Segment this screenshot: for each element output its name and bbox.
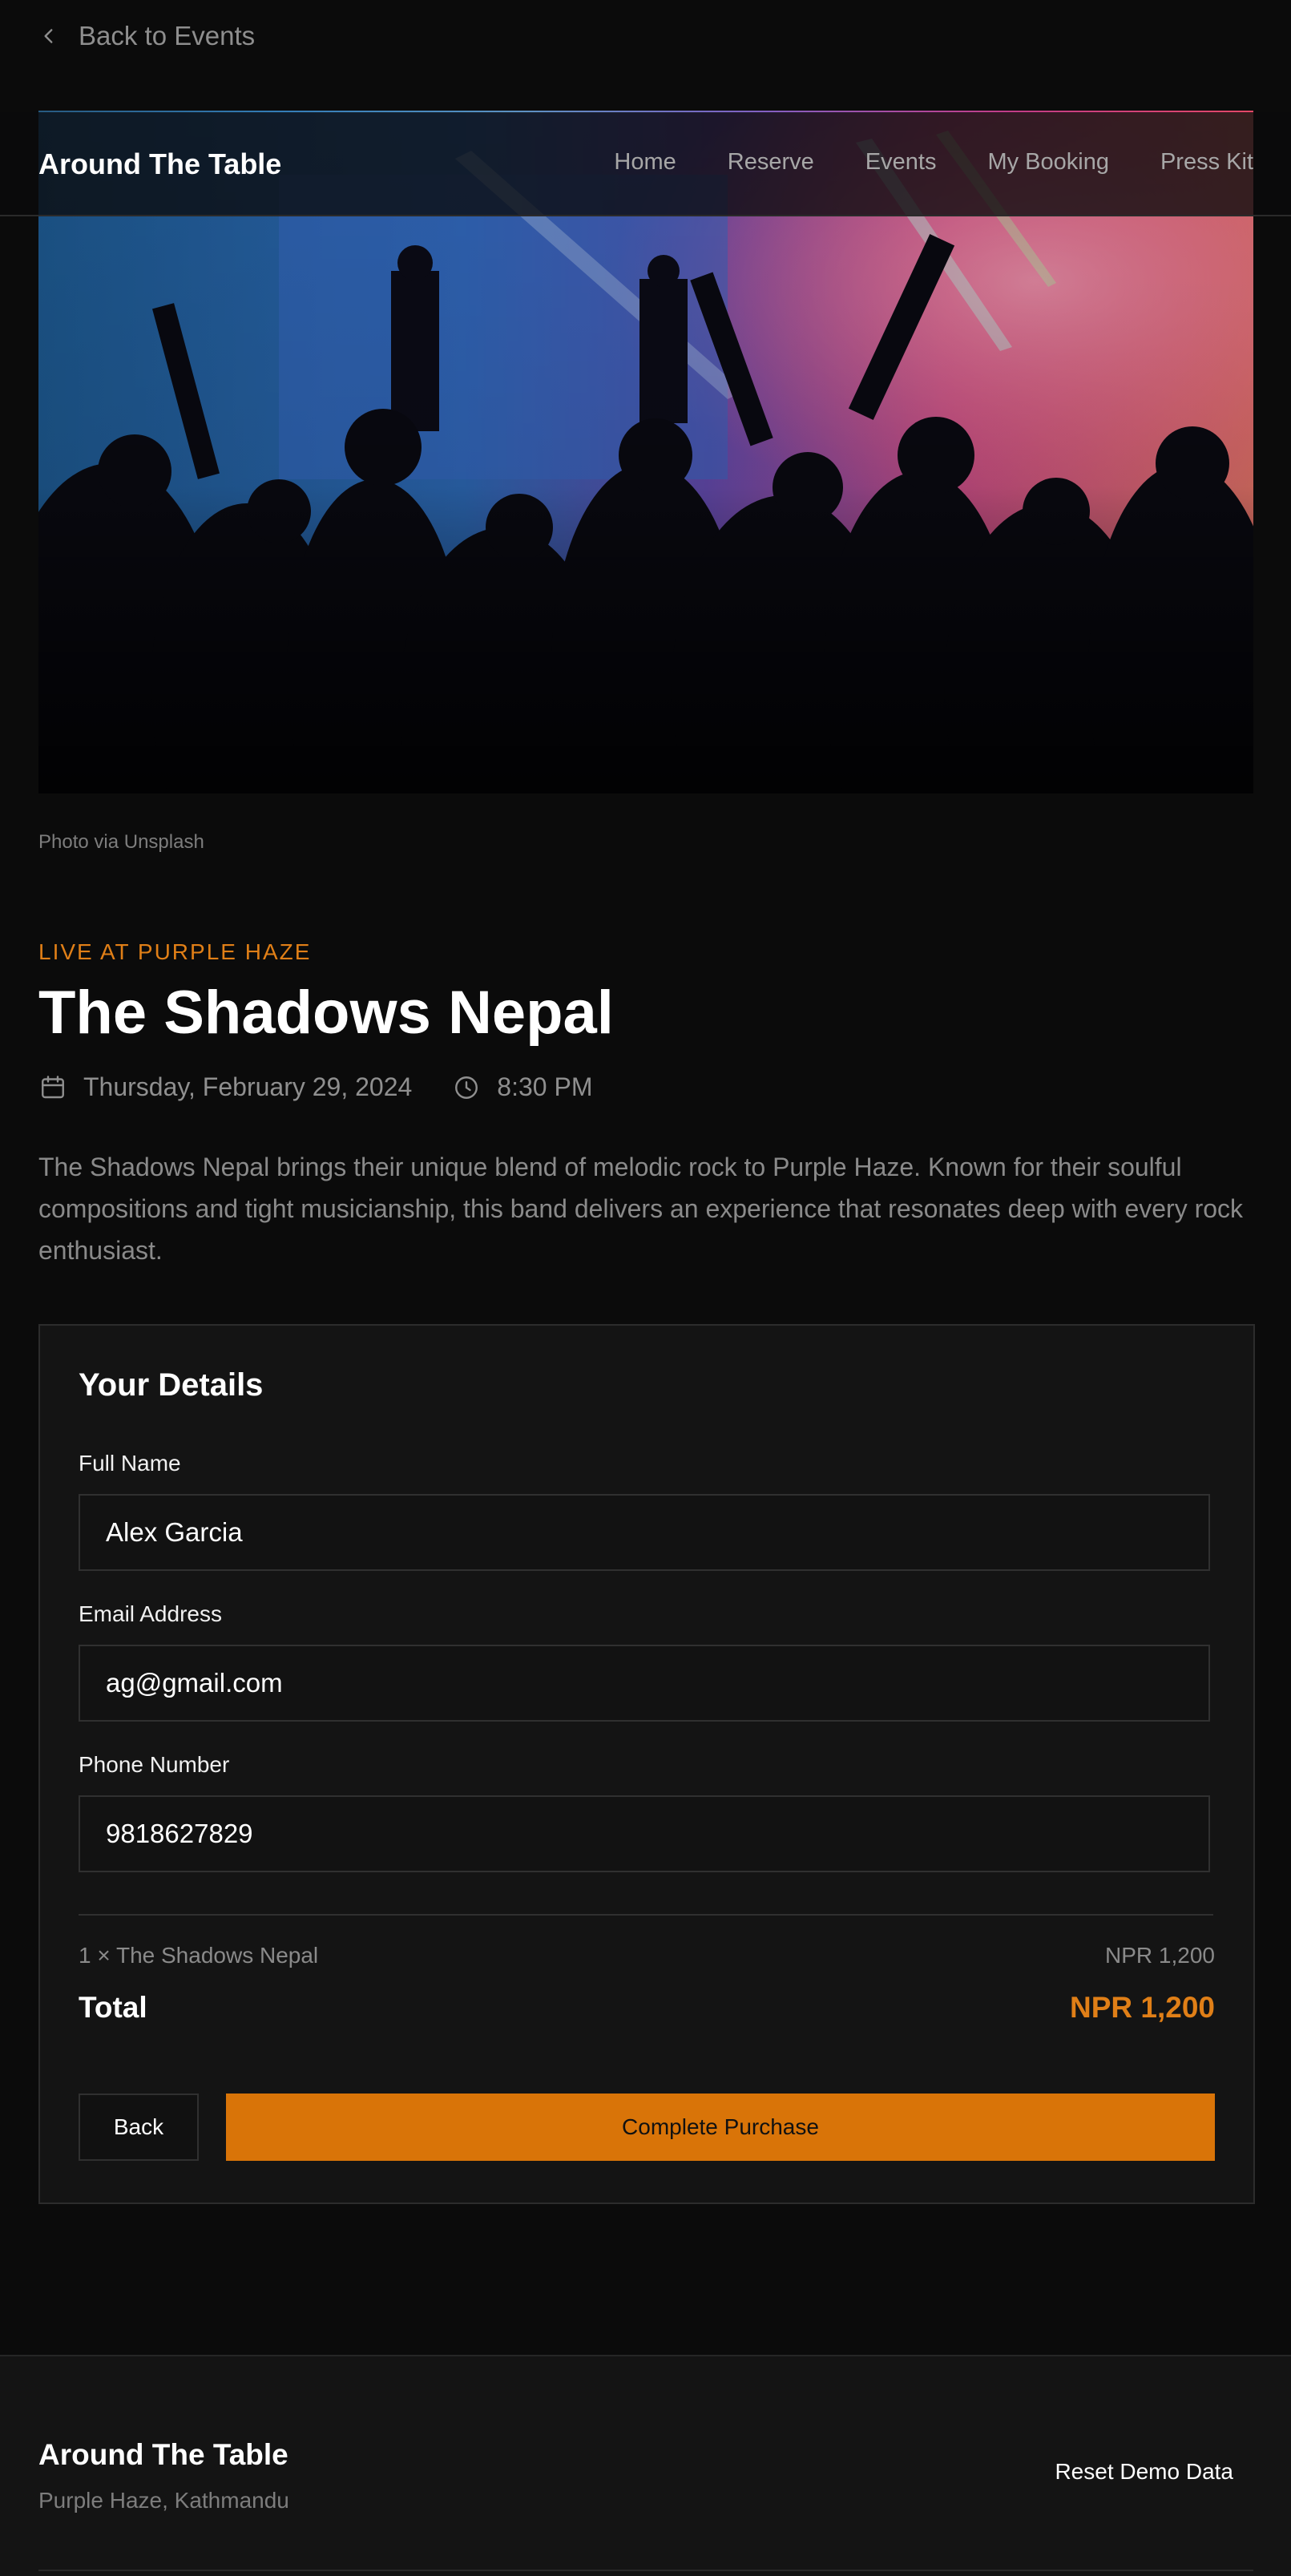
- complete-purchase-button[interactable]: Complete Purchase: [226, 2094, 1215, 2161]
- event-time: 8:30 PM: [452, 1072, 592, 1102]
- summary-divider: [79, 1914, 1213, 1916]
- total-label: Total: [79, 1991, 147, 2024]
- nav-home[interactable]: Home: [614, 149, 676, 176]
- event-description: The Shadows Nepal brings their unique bl…: [38, 1153, 1244, 1265]
- back-button[interactable]: Back: [79, 2094, 199, 2161]
- back-to-events-label: Back to Events: [79, 21, 256, 50]
- total-price: NPR 1,200: [1070, 1991, 1215, 2024]
- email-label: Email Address: [79, 1601, 222, 1626]
- photo-credit: Photo via Unsplash: [38, 831, 204, 853]
- order-line-item: 1 × The Shadows Nepal: [79, 1943, 319, 1968]
- footer-divider: [38, 2570, 1253, 2571]
- event-meta: Thursday, February 29, 2024 8:30 PM: [38, 1072, 632, 1102]
- nav-events[interactable]: Events: [865, 149, 937, 176]
- nav-reserve[interactable]: Reserve: [728, 149, 814, 176]
- full-name-input[interactable]: [79, 1494, 1210, 1571]
- phone-label: Phone Number: [79, 1752, 230, 1777]
- event-date-text: Thursday, February 29, 2024: [83, 1072, 413, 1101]
- main-nav: Home Reserve Events My Booking Press Kit: [614, 149, 1253, 176]
- footer-location: Purple Haze, Kathmandu: [38, 2488, 289, 2513]
- chevron-left-icon: [44, 29, 53, 43]
- clock-icon: [455, 1076, 478, 1099]
- order-line-price: NPR 1,200: [1105, 1943, 1215, 1968]
- full-name-label: Full Name: [79, 1451, 181, 1476]
- brand-logo[interactable]: Around The Table: [38, 147, 281, 181]
- site-footer: Around The Table Purple Haze, Kathmandu …: [0, 2355, 1291, 2576]
- nav-my-booking[interactable]: My Booking: [987, 149, 1109, 176]
- reset-demo-data-button[interactable]: Reset Demo Data: [1055, 2459, 1233, 2485]
- nav-press-kit[interactable]: Press Kit: [1160, 149, 1253, 176]
- event-title: The Shadows Nepal: [38, 979, 614, 1047]
- back-to-events-link[interactable]: Back to Events: [38, 21, 255, 51]
- checkout-card: Your Details Full Name Email Address Pho…: [38, 1324, 1255, 2204]
- event-time-text: 8:30 PM: [497, 1072, 593, 1101]
- phone-input[interactable]: [79, 1795, 1210, 1872]
- footer-brand: Around The Table: [38, 2438, 288, 2471]
- event-venue-eyebrow: LIVE AT PURPLE HAZE: [38, 939, 312, 964]
- email-input[interactable]: [79, 1645, 1210, 1722]
- event-date: Thursday, February 29, 2024: [38, 1072, 412, 1102]
- top-navbar: Around The Table Home Reserve Events My …: [0, 112, 1291, 216]
- your-details-heading: Your Details: [79, 1367, 264, 1403]
- calendar-icon: [42, 1075, 64, 1098]
